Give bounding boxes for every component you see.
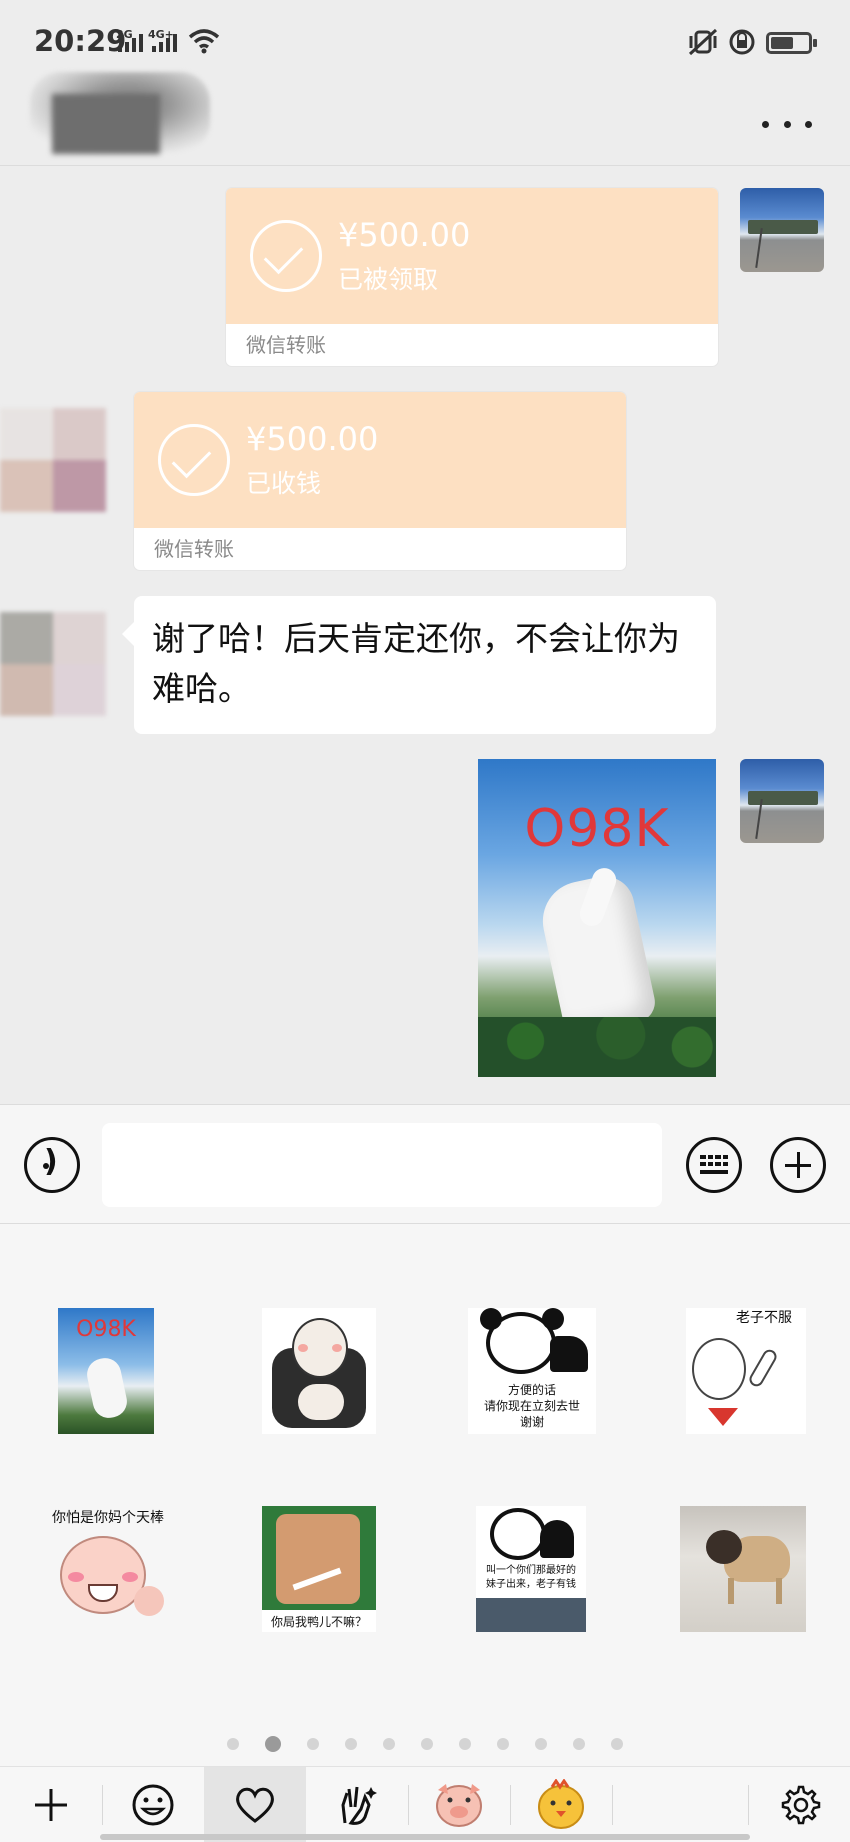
transfer-footer: 微信转账	[246, 333, 326, 357]
sticker-caption: 你怕是你妈个天棒	[52, 1510, 164, 1526]
sticker-panda-money[interactable]: 叫一个你们那最好的 妹子出来，老子有钱	[476, 1506, 586, 1632]
pager-dot[interactable]	[535, 1738, 547, 1750]
tab-favorites[interactable]	[204, 1767, 306, 1842]
pager-dot[interactable]	[497, 1738, 509, 1750]
self-avatar[interactable]	[740, 188, 824, 272]
sticker-chair-face[interactable]	[262, 1308, 376, 1434]
pager-dot[interactable]	[345, 1738, 357, 1750]
status-time: 20:29	[34, 24, 127, 58]
tab-chick-pack[interactable]	[510, 1767, 612, 1842]
rotation-lock-icon	[729, 29, 755, 55]
sticker-caption-line-1: 叫一个你们那最好的	[486, 1565, 576, 1576]
pager-dot[interactable]	[573, 1738, 585, 1750]
heart-icon	[236, 1787, 274, 1823]
plus-icon[interactable]	[770, 1137, 826, 1193]
chick-pack-icon	[538, 1779, 584, 1829]
sticker-pager	[0, 1736, 850, 1752]
gear-icon	[781, 1785, 821, 1825]
sticker-caption-line-2: 请你现在立刻去世	[483, 1399, 580, 1413]
sticker-panel: O98K 方便的话 请你现在立刻去世 谢谢 老子不服 你怕是你妈个天棒 你局我鸭…	[0, 1224, 850, 1766]
sticker-caption: 老子不服	[736, 1310, 792, 1326]
transfer-footer: 微信转账	[154, 537, 234, 561]
pig-pack-icon	[436, 1784, 482, 1827]
wifi-icon	[188, 29, 220, 54]
self-avatar[interactable]	[740, 759, 824, 843]
gesture-icon	[341, 1786, 377, 1825]
transfer-status: 已收钱	[246, 469, 322, 498]
battery-icon	[766, 32, 817, 54]
pager-dot[interactable]	[383, 1738, 395, 1750]
tab-add[interactable]	[0, 1767, 102, 1842]
transfer-status: 已被领取	[338, 265, 439, 294]
sticker-pig[interactable]: 你怕是你妈个天棒	[40, 1506, 176, 1632]
tab-pig-pack[interactable]	[408, 1767, 510, 1842]
keyboard-icon[interactable]	[686, 1137, 742, 1193]
pager-dot[interactable]	[227, 1738, 239, 1750]
pager-dot[interactable]	[459, 1738, 471, 1750]
vibrate-mute-icon	[688, 28, 718, 56]
pager-dot[interactable]	[611, 1738, 623, 1750]
sticker-caption-line-2: 妹子出来，老子有钱	[486, 1579, 576, 1590]
blurred-contact-name	[52, 94, 160, 154]
input-bar	[0, 1104, 850, 1224]
sticker-cigarette-face[interactable]: 你局我鸭儿不嘛？	[262, 1506, 376, 1632]
voice-icon[interactable]	[24, 1137, 80, 1193]
signal-icon-2	[152, 32, 177, 52]
transfer-received-card[interactable]: ¥500.00 已收钱 微信转账	[134, 392, 626, 570]
sticker-pug[interactable]	[680, 1506, 806, 1632]
image-trees	[478, 1017, 716, 1077]
sticker-laozi-bufu[interactable]: 老子不服	[686, 1308, 806, 1434]
contact-avatar[interactable]	[0, 612, 106, 716]
pager-dot[interactable]	[307, 1738, 319, 1750]
pager-dot[interactable]	[421, 1738, 433, 1750]
image-message[interactable]: O98K	[478, 759, 716, 1077]
pager-dot-active[interactable]	[265, 1736, 281, 1752]
emoji-icon	[132, 1784, 174, 1826]
tab-settings[interactable]	[748, 1767, 850, 1842]
add-icon	[35, 1789, 67, 1821]
message-input[interactable]	[102, 1123, 662, 1207]
transfer-sent-card[interactable]: ¥500.00 已被领取 微信转账	[226, 188, 718, 366]
text-message-bubble[interactable]: 谢了哈！后天肯定还你，不会让你为难哈。	[122, 596, 716, 734]
image-caption: O98K	[524, 799, 670, 859]
chat-header	[0, 72, 850, 166]
tab-emoji[interactable]	[102, 1767, 204, 1842]
sticker-panda[interactable]: 方便的话 请你现在立刻去世 谢谢	[468, 1308, 596, 1434]
transfer-amount: ¥500.00	[338, 216, 471, 254]
transfer-amount: ¥500.00	[246, 420, 379, 458]
check-circle-icon	[250, 220, 322, 292]
sticker-caption: 你局我鸭儿不嘛？	[270, 1615, 367, 1629]
more-dots-icon[interactable]	[762, 112, 812, 136]
sticker-tab-bar	[0, 1766, 850, 1842]
check-circle-icon	[158, 424, 230, 496]
sticker-caption-line-1: 方便的话	[507, 1383, 556, 1397]
sticker-o98k[interactable]: O98K	[58, 1308, 154, 1434]
sticker-caption: O98K	[76, 1317, 136, 1342]
contact-avatar[interactable]	[0, 408, 106, 512]
tab-custom[interactable]	[306, 1767, 408, 1842]
chat-area[interactable]: ¥500.00 已被领取 微信转账 ¥500.00 已收钱 微信转账 谢了哈！后…	[0, 166, 850, 1104]
sticker-caption-line-3: 谢谢	[519, 1415, 544, 1429]
home-indicator[interactable]	[100, 1834, 750, 1840]
signal-icon	[118, 32, 143, 52]
